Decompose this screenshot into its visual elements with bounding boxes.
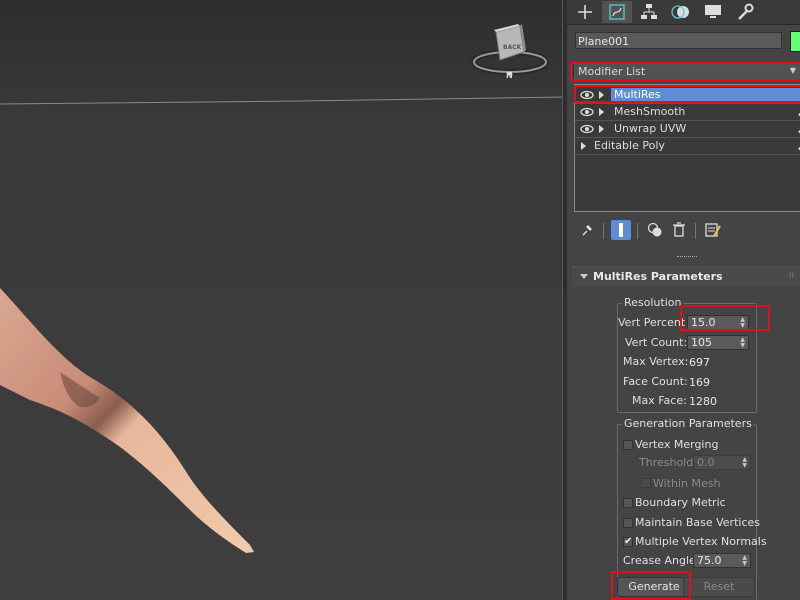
face-count-value: 169	[689, 376, 710, 389]
trash-icon	[673, 222, 685, 237]
hierarchy-icon	[641, 4, 657, 19]
object-name-field[interactable]: Plane001	[575, 32, 782, 49]
stack-toolbar	[575, 220, 800, 242]
command-panel-tabs	[567, 0, 800, 25]
crease-angle-value: 75.0	[697, 554, 722, 567]
panel-divider-handle[interactable]	[677, 256, 697, 260]
maintain-base-vertices-label: Maintain Base Vertices	[635, 516, 760, 529]
generation-group-title: Generation Parameters	[622, 417, 754, 430]
display-monitor-icon	[705, 5, 721, 18]
stack-item-unwrap-uvw[interactable]: Unwrap UVW ◆	[575, 121, 800, 138]
object-color-swatch[interactable]	[790, 31, 800, 52]
threshold-spinner[interactable]: 0.0 ▲ ▼	[693, 455, 751, 470]
boundary-metric-label: Boundary Metric	[635, 496, 726, 509]
modifier-stack[interactable]: MultiRes MeshSmooth ◆ Unwrap UVW ◆ Edita…	[574, 84, 800, 212]
modify-icon	[609, 4, 625, 20]
vert-count-spinner[interactable]: 105 ▲ ▼	[687, 335, 749, 350]
create-plus-icon	[578, 5, 592, 19]
display-tab[interactable]	[698, 1, 728, 23]
face-count-label: Face Count:	[623, 375, 688, 388]
modify-tab[interactable]	[602, 1, 632, 23]
threshold-label: Threshold:	[639, 456, 697, 469]
reset-button[interactable]: Reset	[683, 577, 755, 597]
spinner-arrows-icon[interactable]: ▲ ▼	[742, 555, 747, 567]
make-unique-icon	[647, 222, 662, 237]
utilities-tab[interactable]	[730, 1, 760, 23]
vertex-merging-checkbox[interactable]	[623, 440, 633, 450]
threshold-value: 0.0	[697, 456, 715, 469]
highlight-modifier-list	[570, 62, 800, 81]
vertex-merging-label: Vertex Merging	[635, 438, 719, 451]
stack-item-label: Unwrap UVW	[614, 122, 687, 135]
stack-item-label: MeshSmooth	[614, 105, 686, 118]
remove-modifier-button[interactable]	[669, 220, 689, 240]
highlight-multires	[574, 85, 800, 103]
expand-triangle-icon[interactable]	[599, 108, 604, 116]
max-face-value: 1280	[689, 395, 717, 408]
vert-count-label: Vert Count:	[625, 336, 688, 349]
multiple-vertex-normals-label: Multiple Vertex Normals	[635, 535, 767, 548]
arm-mesh	[0, 288, 254, 553]
highlight-vert-percent	[680, 305, 770, 331]
checkmark-icon: ✔	[624, 536, 633, 547]
show-end-result-button[interactable]	[611, 220, 631, 240]
pin-stack-button[interactable]	[577, 220, 597, 240]
max-vertex-label: Max Vertex:	[623, 355, 689, 368]
crease-angle-label: Crease Angle:	[623, 554, 700, 567]
command-panel: Plane001 Modifier List ▼ MultiRes MeshSm…	[567, 0, 800, 600]
stack-item-label: Editable Poly	[594, 139, 665, 152]
eye-icon[interactable]	[580, 106, 594, 118]
multires-parameters-rollout-header[interactable]: MultiRes Parameters ⁞⁞	[572, 266, 800, 287]
spinner-arrows-icon[interactable]: ▲ ▼	[742, 457, 747, 469]
within-mesh-label: Within Mesh	[653, 477, 721, 490]
collapse-triangle-icon	[580, 274, 588, 279]
crease-angle-spinner[interactable]: 75.0 ▲ ▼	[693, 553, 751, 568]
rollout-title: MultiRes Parameters	[593, 270, 723, 283]
max-vertex-value: 697	[689, 356, 710, 369]
motion-tab[interactable]	[666, 1, 696, 23]
expand-triangle-icon[interactable]	[599, 125, 604, 133]
toolbar-separator	[695, 223, 696, 239]
perspective-viewport[interactable]: BACK N	[0, 0, 566, 600]
stack-item-editable-poly[interactable]: Editable Poly ◆	[575, 138, 800, 155]
vert-count-value: 105	[691, 336, 712, 349]
pin-icon	[582, 225, 592, 236]
spinner-arrows-icon[interactable]: ▲ ▼	[740, 337, 745, 349]
expand-triangle-icon[interactable]	[581, 142, 586, 150]
utilities-wrench-icon	[738, 3, 754, 20]
toolbar-separator	[637, 223, 638, 239]
hierarchy-tab[interactable]	[634, 1, 664, 23]
resolution-group-title: Resolution	[622, 296, 684, 309]
configure-modifier-sets-button[interactable]	[703, 220, 723, 240]
vert-percent-label: Vert Percent	[618, 316, 686, 329]
multiple-vertex-normals-checkbox[interactable]: ✔	[623, 537, 633, 547]
boundary-metric-checkbox[interactable]	[623, 498, 633, 508]
highlight-generate	[611, 571, 691, 600]
toolbar-separator	[603, 223, 604, 239]
make-unique-button[interactable]	[645, 220, 665, 240]
grip-dots-icon: ⁞⁞	[788, 271, 794, 280]
max-face-label: Max Face:	[632, 394, 687, 407]
create-tab[interactable]	[570, 1, 600, 23]
within-mesh-checkbox[interactable]	[641, 478, 651, 488]
maintain-base-vertices-checkbox[interactable]	[623, 518, 633, 528]
stack-item-meshsmooth[interactable]: MeshSmooth ◆	[575, 104, 800, 121]
show-end-result-icon	[619, 223, 623, 237]
configure-sets-icon	[705, 223, 721, 237]
motion-icon	[671, 5, 689, 19]
eye-icon[interactable]	[580, 123, 594, 135]
